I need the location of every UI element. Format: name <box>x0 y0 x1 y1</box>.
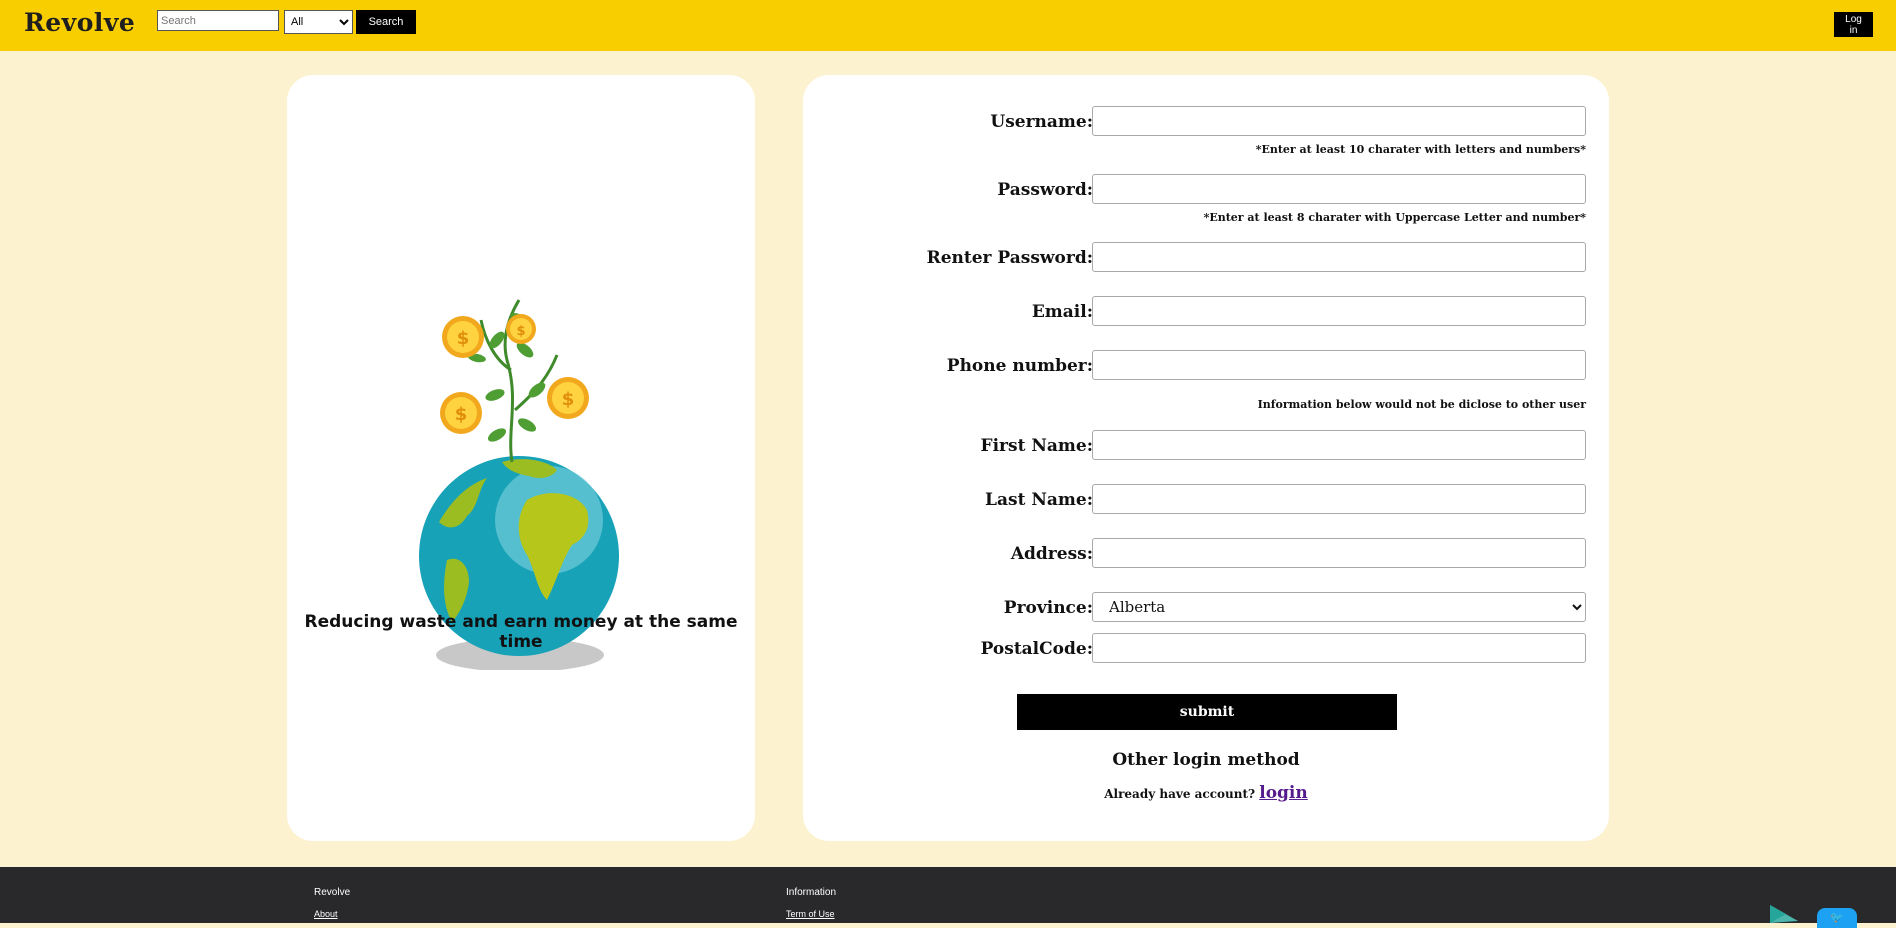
postalcode-label: PostalCode: <box>980 639 1093 659</box>
address-label: Address: <box>1010 544 1093 564</box>
email-field[interactable] <box>1092 296 1586 326</box>
svg-text:$: $ <box>457 328 470 349</box>
illustration-card: $ $ $ $ Reducing waste and earn money at… <box>287 75 755 841</box>
footer-col-information-title: Information <box>786 887 837 898</box>
coin-icon: $ <box>506 314 536 344</box>
top-header: Revolve All Search Log in <box>0 0 1896 51</box>
google-play-icon[interactable] <box>1768 905 1802 923</box>
footer-col-revolve-title: Revolve <box>314 887 351 898</box>
search-input[interactable] <box>157 10 279 31</box>
globe-money-plant-illustration: $ $ $ $ <box>419 299 619 670</box>
have-account-text: Already have account? <box>1104 787 1256 801</box>
other-login-heading: Other login method <box>1112 750 1300 770</box>
postalcode-field[interactable] <box>1092 633 1586 663</box>
login-button[interactable]: Log in <box>1834 12 1873 37</box>
svg-text:$: $ <box>562 389 575 410</box>
have-account-row: Already have account? login <box>803 783 1609 803</box>
coin-icon: $ <box>547 377 589 419</box>
coin-icon: $ <box>440 392 482 434</box>
phone-label: Phone number: <box>946 356 1093 376</box>
repassword-field[interactable] <box>1092 242 1586 272</box>
category-select[interactable]: All <box>284 10 353 34</box>
footer-about-link[interactable]: About <box>314 909 338 919</box>
province-label: Province: <box>1003 598 1093 618</box>
username-hint: *Enter at least 10 charater with letters… <box>1255 143 1586 156</box>
search-button[interactable]: Search <box>356 10 416 34</box>
firstname-label: First Name: <box>980 436 1093 456</box>
tagline-text: Reducing waste and earn money at the sam… <box>304 612 738 652</box>
registration-form: Username: *Enter at least 10 charater wi… <box>803 75 1609 841</box>
address-field[interactable] <box>1092 538 1586 568</box>
login-link[interactable]: login <box>1259 783 1308 803</box>
phone-field[interactable] <box>1092 350 1586 380</box>
site-logo[interactable]: Revolve <box>24 8 135 37</box>
lastname-field[interactable] <box>1092 484 1586 514</box>
password-label: Password: <box>997 180 1093 200</box>
svg-text:$: $ <box>516 324 525 339</box>
lastname-label: Last Name: <box>985 490 1093 510</box>
site-footer: Revolve About Information Term of Use 🐦 <box>0 867 1896 928</box>
username-label: Username: <box>990 112 1093 132</box>
password-field[interactable] <box>1092 174 1586 204</box>
password-hint: *Enter at least 8 charater with Uppercas… <box>1203 211 1586 224</box>
province-select[interactable]: Alberta <box>1092 592 1586 622</box>
submit-button[interactable]: submit <box>1017 694 1397 730</box>
twitter-icon[interactable]: 🐦 <box>1817 908 1857 928</box>
svg-text:$: $ <box>455 404 468 425</box>
email-label: Email: <box>1031 302 1093 322</box>
coin-icon: $ <box>442 316 484 358</box>
footer-terms-link[interactable]: Term of Use <box>786 909 835 919</box>
repassword-label: Renter Password: <box>926 248 1093 268</box>
privacy-note: Information below would not be diclose t… <box>1257 398 1586 411</box>
username-field[interactable] <box>1092 106 1586 136</box>
firstname-field[interactable] <box>1092 430 1586 460</box>
